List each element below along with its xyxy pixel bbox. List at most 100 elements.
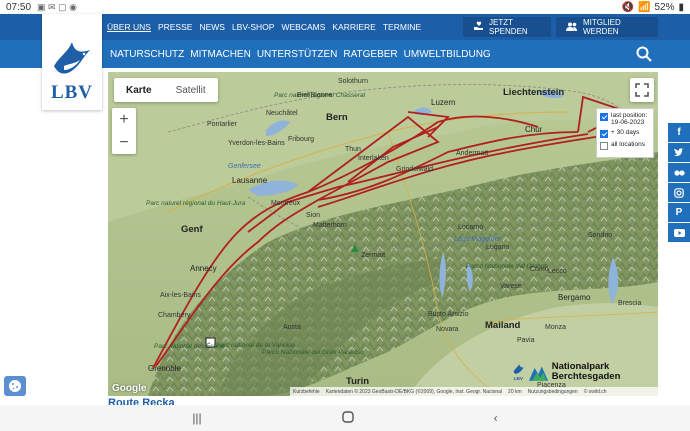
social-sidebar: f P — [668, 123, 690, 243]
lbv-small-logo-icon: LBV — [513, 364, 524, 382]
partner-logos: LBV Nationalpark Berchtesgaden — [512, 358, 654, 386]
youtube-icon[interactable] — [668, 223, 690, 242]
map-label-val-grande: Parco Nazionale Val Grande — [466, 263, 549, 270]
hand-heart-icon — [473, 21, 484, 33]
map-label-interlaken: Interlaken — [358, 155, 389, 162]
status-right: 🔇 📶 52% ▮ — [622, 2, 684, 13]
flickr-icon[interactable] — [668, 163, 690, 182]
map-label-bergamo: Bergamo — [558, 293, 591, 302]
map-label-bern: Bern — [326, 112, 348, 123]
legend-last-position[interactable]: last position: 19-06-2023 — [600, 112, 650, 126]
tab-karte[interactable]: Karte — [114, 78, 164, 102]
map-attribution: Kurzbefehle Kartendaten © 2023 GeoBasis-… — [290, 387, 658, 396]
map-label-grindelwald: Grindelwald — [396, 166, 433, 173]
map-label-sondrio: Sondrio — [588, 232, 613, 239]
legend-30-days[interactable]: + 30 days — [600, 129, 650, 138]
map-label-liechtenstein: Liechtenstein — [503, 87, 565, 98]
nationalpark-logo-icon — [528, 366, 548, 381]
map-label-yverdon: Yverdon-les-Bains — [228, 140, 285, 147]
checkbox-last-position[interactable] — [600, 113, 608, 121]
attrib-mapdata: Kartendaten © 2023 GeoBasis-DE/BKG (©200… — [325, 388, 503, 395]
battery-label: 52% — [654, 1, 675, 13]
facebook-icon[interactable]: f — [668, 123, 690, 142]
google-logo: Google — [112, 383, 147, 394]
toplink-shop[interactable]: LBV-SHOP — [232, 22, 275, 32]
map-label-lecco: Lecco — [548, 268, 567, 275]
zoom-out-button[interactable]: − — [112, 131, 136, 154]
legend-30-days-label: + 30 days — [611, 129, 640, 136]
map-label-turin: Turin — [346, 376, 370, 387]
home-icon[interactable] — [341, 410, 354, 426]
nav-naturschutz[interactable]: NATURSCHUTZ — [110, 49, 184, 60]
battery-icon: ▮ — [678, 1, 684, 13]
twitter-icon[interactable] — [668, 143, 690, 162]
map-label-gran-paradiso: Parco Nazionale del Gran Paradiso — [262, 349, 364, 356]
map-label-grenoble: Grenoble — [148, 364, 181, 373]
pinterest-icon[interactable]: P — [668, 203, 690, 222]
nav-umweltbildung[interactable]: UMWELTBILDUNG — [404, 49, 491, 60]
recents-icon[interactable]: ||| — [192, 411, 201, 425]
map-label-sion: Sion — [306, 212, 321, 219]
users-icon — [566, 22, 578, 33]
fullscreen-button[interactable] — [630, 78, 654, 102]
map-label-busto: Busto Arsizio — [428, 311, 469, 318]
search-icon[interactable] — [636, 46, 652, 62]
lbv-small-text: LBV — [514, 376, 524, 382]
instagram-icon[interactable] — [668, 183, 690, 202]
legend-all-locations-label: all locations — [611, 141, 645, 148]
zoom-in-button[interactable]: + — [112, 108, 136, 131]
wifi-icon: 📶 — [638, 1, 651, 13]
toplink-webcams[interactable]: WEBCAMS — [281, 22, 325, 32]
map-label-varese: Varese — [500, 283, 522, 290]
bird-logo-icon — [54, 42, 90, 74]
nav-ratgeber[interactable]: RATGEBER — [343, 49, 397, 60]
zoom-control: + − — [112, 108, 136, 154]
map-label-aosta: Aosta — [283, 324, 301, 331]
map-label-vanoise: Parc national de la Vanoise — [216, 342, 295, 349]
map-label-luzern: Luzern — [431, 98, 456, 107]
map-label-brescia: Brescia — [618, 300, 642, 307]
toplink-presse[interactable]: PRESSE — [158, 22, 193, 32]
attrib-shortcuts[interactable]: Kurzbefehle — [293, 389, 320, 395]
cookie-settings-button[interactable] — [4, 376, 26, 396]
map-label-novara: Novara — [436, 326, 459, 333]
map-label-lugano: Lugano — [486, 244, 510, 251]
donate-button[interactable]: JETZT SPENDEN — [463, 17, 551, 37]
mute-icon: 🔇 — [621, 1, 635, 13]
android-nav-bar: ||| ‹ — [0, 405, 690, 431]
attrib-scale: 20 km — [508, 388, 522, 395]
map-label-matterhorn: Matterhorn — [313, 222, 347, 229]
lbv-logo[interactable]: LBV — [42, 14, 102, 110]
cookie-icon — [9, 380, 21, 392]
map-label-lac-geneve: Genfersee — [228, 163, 261, 170]
attrib-terms[interactable]: Nutzungsbedingungen — [528, 389, 578, 395]
toplink-ueber-uns[interactable]: ÜBER UNS — [107, 22, 151, 32]
status-bar: 07:50 ▣ ✉ ▢ ◉ 🔇 📶 52% ▮ — [0, 0, 690, 14]
map-label-fribourg: Fribourg — [288, 136, 315, 143]
attrib-swild: © swild.ch — [583, 388, 607, 395]
map-label-locarno: Locarno — [458, 224, 484, 231]
map-label-jura: Parc naturel régional du Haut-Jura — [146, 200, 246, 207]
member-button[interactable]: MITGLIED WERDEN — [556, 17, 658, 37]
nav-mitmachen[interactable]: MITMACHEN — [190, 49, 251, 60]
logo-text: LBV — [50, 82, 94, 103]
map-label-lausanne: Lausanne — [232, 176, 268, 185]
checkbox-30-days[interactable] — [600, 130, 608, 138]
map-label-monza: Monza — [545, 324, 567, 331]
top-links: ÜBER UNS PRESSE NEWS LBV-SHOP WEBCAMS KA… — [107, 14, 421, 40]
back-icon[interactable]: ‹ — [494, 411, 498, 425]
map-label-pavia: Pavia — [517, 337, 535, 344]
legend-all-locations[interactable]: all locations — [600, 141, 650, 150]
toplink-news[interactable]: NEWS — [199, 22, 225, 32]
toplink-karriere[interactable]: KARRIERE — [332, 22, 375, 32]
map-label-chasseral: Parc naturel régional Chasseral — [274, 92, 366, 99]
tab-satellit[interactable]: Satellit — [164, 78, 218, 102]
status-time: 07:50 — [6, 1, 32, 13]
checkbox-all-locations[interactable] — [600, 142, 608, 150]
map-label-genf: Genf — [181, 224, 203, 235]
main-links: NATURSCHUTZ MITMACHEN UNTERSTÜTZEN RATGE… — [110, 40, 491, 68]
fullscreen-icon — [635, 83, 649, 97]
toplink-termine[interactable]: TERMINE — [383, 22, 421, 32]
nav-unterstuetzen[interactable]: UNTERSTÜTZEN — [257, 49, 338, 60]
map-legend: last position: 19-06-2023 + 30 days all … — [596, 108, 654, 158]
